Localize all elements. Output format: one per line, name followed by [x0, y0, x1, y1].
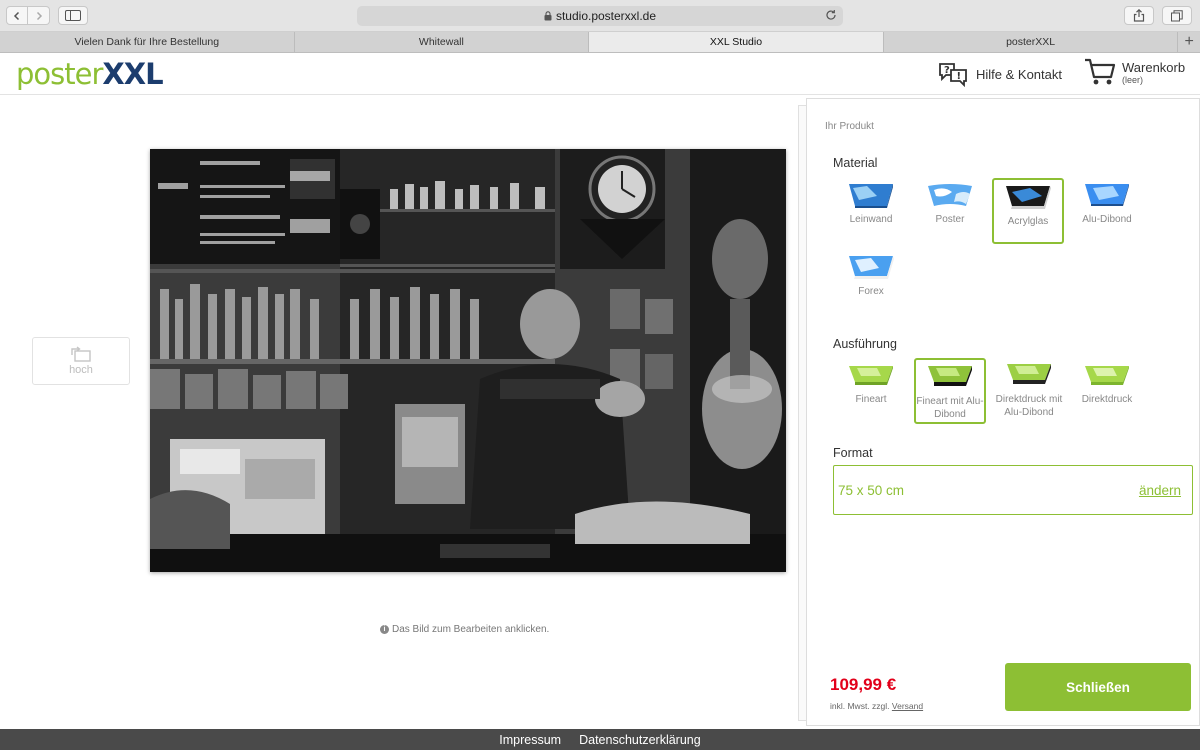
orientation-toggle-button[interactable]: hoch [32, 337, 130, 385]
leinwand-material-icon [849, 184, 893, 208]
material-label: Poster [935, 214, 965, 225]
material-option-alu-dibond[interactable]: Alu-Dibond [1071, 178, 1143, 227]
material-label: Forex [858, 286, 884, 297]
logo-part-poster: poster [16, 57, 103, 91]
fineart-execution-icon [849, 366, 893, 385]
tab-whitewall[interactable]: Whitewall [295, 32, 590, 52]
rotate-orientation-icon [71, 346, 91, 362]
direktdruck-alu-dibond-execution-icon [1007, 364, 1051, 384]
new-tab-button[interactable]: + [1178, 32, 1200, 52]
shipping-link[interactable]: Versand [892, 701, 923, 711]
orientation-label: hoch [69, 364, 93, 376]
cart-link[interactable]: Warenkorb (leer) [1084, 57, 1185, 87]
plus-icon: + [1184, 33, 1194, 50]
execution-option-fineart[interactable]: Fineart [835, 358, 907, 407]
material-label: Alu-Dibond [1082, 214, 1132, 225]
material-label: Acrylglas [1007, 216, 1049, 227]
price-note: inkl. Mwst. zzgl. Versand [830, 701, 923, 711]
nav-buttons [6, 6, 50, 25]
logo-part-xxl: XXL [102, 57, 163, 91]
cart-status: (leer) [1122, 74, 1144, 85]
format-section-title: Format [833, 446, 873, 460]
footer-link-impressum[interactable]: Impressum [499, 733, 561, 747]
sidebar-toggle-button[interactable] [58, 6, 88, 25]
address-bar[interactable]: studio.posterxxl.de [357, 6, 843, 26]
tab-xxl-studio[interactable]: XXL Studio [589, 32, 884, 52]
help-contact-label: Hilfe & Kontakt [976, 66, 1062, 82]
alu-dibond-material-icon [1085, 184, 1129, 206]
direktdruck-execution-icon [1085, 366, 1129, 385]
material-option-poster[interactable]: Poster [914, 178, 986, 227]
lock-icon [544, 11, 552, 21]
execution-label: Direktdruck [1081, 394, 1133, 405]
posterxxl-logo[interactable]: posterXXL [16, 57, 164, 91]
material-section-title: Material [833, 156, 878, 170]
product-photo-preview[interactable] [150, 149, 786, 572]
forex-material-icon [849, 256, 894, 279]
reload-icon[interactable] [825, 9, 837, 21]
tab-posterxxl[interactable]: posterXXL [884, 32, 1179, 52]
tab-overview-button[interactable] [1162, 6, 1192, 25]
poster-material-icon [928, 184, 972, 206]
sidebar-icon [65, 10, 81, 21]
edit-hint: i Das Bild zum Bearbeiten anklicken. [380, 624, 549, 635]
forward-button[interactable] [28, 6, 50, 25]
share-button[interactable] [1124, 6, 1154, 25]
browser-toolbar: studio.posterxxl.de [0, 0, 1200, 32]
execution-label: Direktdruck mit Alu-Dibond [995, 394, 1063, 418]
tab-label: XXL Studio [709, 36, 763, 48]
forward-icon [36, 11, 42, 20]
execution-label: Fineart mit Alu-Dibond [916, 396, 984, 420]
format-value: 75 x 50 cm [838, 483, 905, 498]
tab-label: posterXXL [1006, 36, 1056, 48]
execution-option-fineart-alu-dibond[interactable]: Fineart mit Alu-Dibond [914, 358, 986, 424]
back-button[interactable] [6, 6, 28, 25]
svg-text:?: ? [944, 65, 950, 76]
help-chat-icon: ? ! [939, 63, 967, 87]
cart-text: Warenkorb (leer) [1122, 60, 1185, 85]
info-icon: i [380, 625, 389, 634]
svg-text:!: ! [957, 71, 962, 82]
execution-option-direktdruck-alu-dibond[interactable]: Direktdruck mit Alu-Dibond [993, 358, 1065, 419]
material-option-leinwand[interactable]: Leinwand [835, 178, 907, 227]
panel-title: Ihr Produkt [825, 121, 874, 132]
tabs-icon [1171, 9, 1183, 21]
execution-section-title: Ausführung [833, 337, 897, 351]
site-header: posterXXL ? ! Hilfe & Kontakt Warenkorb … [0, 53, 1200, 95]
edit-hint-text: Das Bild zum Bearbeiten anklicken. [392, 624, 550, 635]
execution-option-direktdruck[interactable]: Direktdruck [1071, 358, 1143, 407]
back-icon [13, 11, 20, 20]
close-button[interactable]: Schließen [1005, 663, 1191, 711]
site-footer: Impressum Datenschutzerklärung [0, 729, 1200, 750]
tab-label: Whitewall [418, 36, 464, 48]
format-selector[interactable]: 75 x 50 cm ändern [833, 465, 1193, 515]
material-option-forex[interactable]: Forex [835, 250, 907, 299]
bar-photo-image [150, 149, 786, 572]
material-option-acrylglas[interactable]: Acrylglas [992, 178, 1064, 244]
share-icon [1133, 9, 1145, 22]
shopping-cart-icon [1085, 58, 1116, 85]
cart-label: Warenkorb [1122, 59, 1186, 75]
url-text: studio.posterxxl.de [555, 9, 657, 23]
tab-bar: Vielen Dank für Ihre Bestellung Whitewal… [0, 32, 1200, 53]
acrylglas-material-icon [1006, 186, 1051, 209]
product-panel: Ihr Produkt Material Leinwand Poster Acr… [806, 98, 1200, 726]
tab-order-confirmation[interactable]: Vielen Dank für Ihre Bestellung [0, 32, 295, 52]
footer-link-privacy[interactable]: Datenschutzerklärung [579, 733, 701, 747]
price-note-text: inkl. Mwst. zzgl. [830, 701, 890, 711]
material-label: Leinwand [849, 214, 893, 225]
help-contact-link[interactable]: ? ! Hilfe & Kontakt [938, 61, 1062, 87]
fineart-alu-dibond-execution-icon [928, 366, 972, 386]
tab-label: Vielen Dank für Ihre Bestellung [74, 36, 220, 48]
price: 109,99 € [830, 675, 897, 694]
execution-label: Fineart [855, 394, 887, 405]
format-change-link[interactable]: ändern [1139, 483, 1181, 498]
